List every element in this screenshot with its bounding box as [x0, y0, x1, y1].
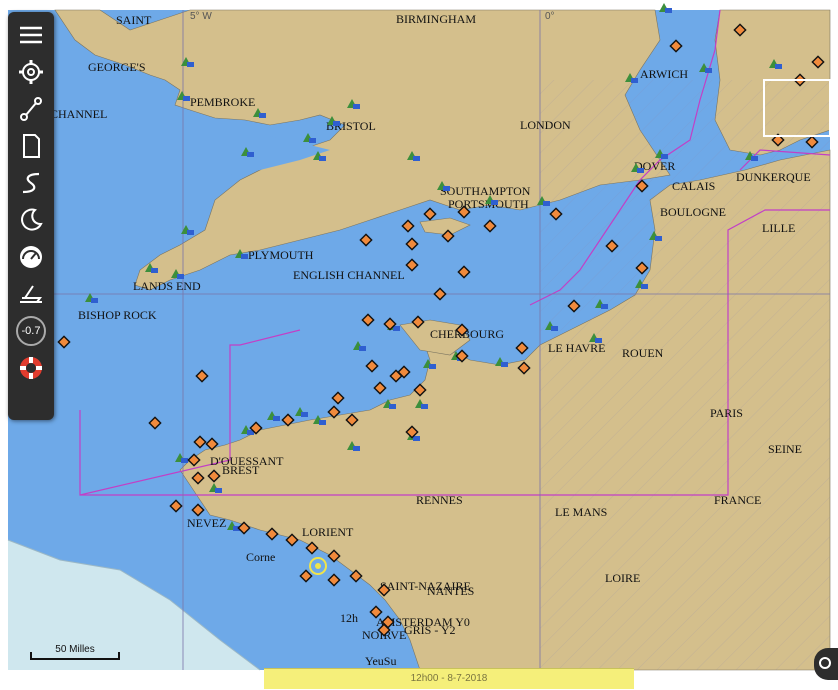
time-label: 12h00 - 8-7-2018	[410, 673, 488, 684]
scale-bar: 50 Milles	[30, 644, 120, 660]
settings-button[interactable]	[12, 53, 50, 90]
label-lille: LILLE	[762, 221, 795, 235]
menu-icon	[20, 26, 42, 43]
label-rennes: RENNES	[416, 493, 463, 507]
track-button[interactable]	[12, 164, 50, 201]
label-seine: SEINE	[768, 442, 802, 456]
gauge-button[interactable]	[12, 238, 50, 275]
label-rouen: ROUEN	[622, 346, 664, 360]
time-slider[interactable]: 12h00 - 8-7-2018	[264, 668, 634, 689]
depth-icon: -0.7	[16, 315, 46, 346]
label-lorient: LORIENT	[302, 525, 354, 539]
lifebuoy-icon	[20, 356, 42, 379]
label-southampton: SOUTHAMPTON	[440, 184, 531, 198]
lifebuoy-button[interactable]	[12, 349, 50, 386]
lon-label-5w: 5° W	[190, 11, 212, 22]
label-nevez: NEVEZ	[187, 516, 226, 530]
nautical-chart[interactable]: 5° W 0° SAINT BIRMINGHAM GEORGE'S ARWICH…	[0, 0, 838, 690]
label-lands-end: LANDS END	[133, 279, 201, 293]
label-gris: GRIS - Y2	[404, 623, 456, 637]
label-paris: PARIS	[710, 406, 743, 420]
depth-value: -0.7	[21, 324, 41, 337]
label-georges: GEORGE'S	[88, 60, 146, 74]
label-london: LONDON	[520, 118, 571, 132]
label-france: FRANCE	[714, 493, 761, 507]
track-icon	[22, 172, 40, 193]
label-tide-12h: 12h	[340, 611, 358, 625]
lon-label-0: 0°	[545, 11, 555, 22]
label-pembroke: PEMBROKE	[190, 95, 255, 109]
label-saint: SAINT	[116, 13, 152, 27]
label-loire: LOIRE	[605, 571, 640, 585]
gear-icon	[19, 59, 43, 84]
scale-bar-line	[30, 652, 120, 660]
route-icon	[20, 96, 42, 121]
chart-toolbar: -0.7	[8, 12, 54, 420]
label-channel: CHANNEL	[50, 107, 107, 121]
gauge-icon	[20, 245, 42, 268]
night-mode-button[interactable]	[12, 201, 50, 238]
night-mode-icon	[21, 208, 43, 231]
menu-button[interactable]	[12, 16, 50, 53]
depth-button[interactable]: -0.7	[12, 312, 50, 349]
zoom-icon	[819, 657, 831, 669]
label-bishop-rock: BISHOP ROCK	[78, 308, 157, 322]
label-dunkerque: DUNKERQUE	[736, 170, 811, 184]
label-calais: CALAIS	[672, 179, 715, 193]
label-le-havre: LE HAVRE	[548, 341, 605, 355]
boat-icon	[20, 284, 42, 303]
label-english-channel: ENGLISH CHANNEL	[293, 268, 405, 282]
label-le-mans: LE MANS	[555, 505, 607, 519]
label-warwich: ARWICH	[640, 67, 688, 81]
documents-button[interactable]	[12, 127, 50, 164]
label-corne: Corne	[246, 550, 275, 564]
route-button[interactable]	[12, 90, 50, 127]
label-boulogne: BOULOGNE	[660, 205, 726, 219]
boat-button[interactable]	[12, 275, 50, 312]
document-icon	[23, 133, 40, 158]
label-nantes: NANTES	[427, 584, 474, 598]
zoom-button[interactable]	[814, 648, 838, 680]
label-plymouth: PLYMOUTH	[248, 248, 314, 262]
hatch-east	[540, 80, 830, 670]
label-brest: BREST	[222, 463, 260, 477]
label-yeusu: YeuSu	[365, 654, 396, 668]
label-birmingham: BIRMINGHAM	[396, 12, 476, 26]
